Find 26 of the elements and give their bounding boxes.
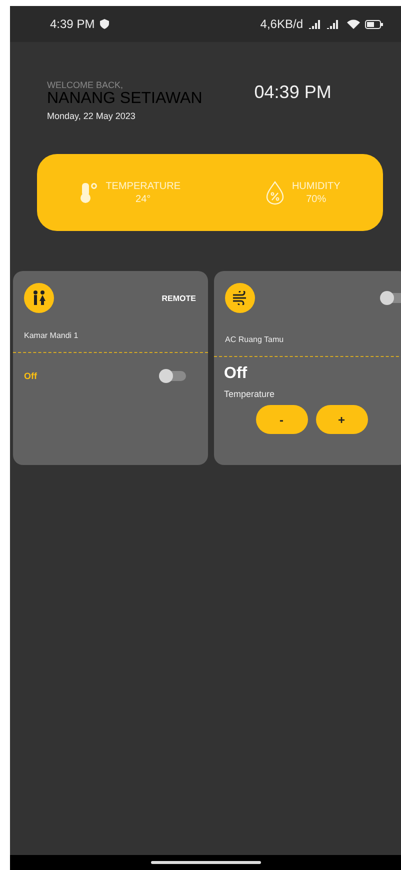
temperature-label: Temperature (223, 389, 276, 399)
thermometer-icon (80, 182, 98, 204)
date-text: Monday, 22 May 2023 (47, 111, 136, 121)
device-name: AC Ruang Tamu (224, 335, 285, 344)
people-icon (31, 290, 47, 306)
network-speed: 4,6KB/d (260, 17, 303, 31)
status-time: 4:39 PM (50, 17, 95, 31)
adjust-button[interactable]: + (316, 405, 368, 434)
remote-button[interactable]: REMOTE (162, 294, 196, 302)
toggle-switch[interactable] (381, 293, 401, 303)
shield-icon (100, 19, 109, 29)
climate-label: HUMIDITY (292, 180, 340, 192)
wind-icon (232, 291, 248, 305)
climate-value: 70% (305, 192, 328, 206)
water-drop-icon (266, 180, 284, 204)
adjust-button[interactable]: - (256, 405, 308, 434)
climate-label: TEMPERATURE (106, 180, 181, 192)
device-name: Kamar Mandi 1 (23, 331, 80, 340)
clock-text: 04:39 PM (254, 82, 332, 104)
device-status: Off (223, 365, 248, 383)
welcome-text: WELCOME BACK, (47, 80, 124, 90)
wifi-icon (347, 19, 360, 29)
device-status: Off (24, 371, 37, 381)
climate-value: 24° (134, 192, 152, 206)
battery-icon (365, 20, 383, 28)
toggle-switch[interactable] (160, 371, 186, 381)
